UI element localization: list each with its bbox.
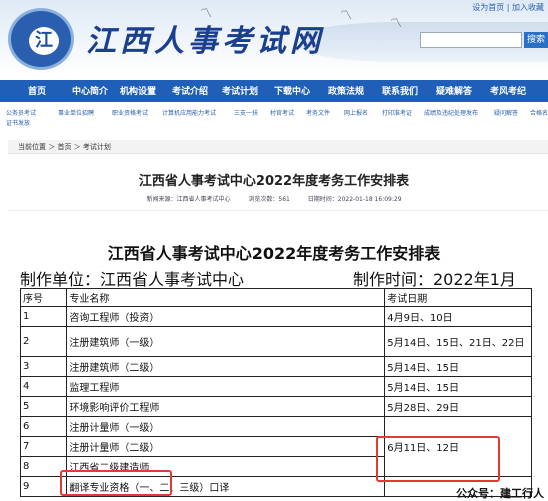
nav-item-home[interactable]: 首页 [28, 84, 46, 97]
table-cell: 4月9日、10日 [384, 306, 532, 327]
document-made-time: 制作时间：2022年1月 [353, 270, 516, 289]
table-cell: 5月28日、29日 [384, 396, 532, 417]
table-row: 4 监理工程师 5月14日、15日 [19, 376, 532, 397]
table-cell: 1 [19, 306, 68, 327]
site-logo[interactable]: 江 [8, 8, 74, 70]
subnav-item[interactable]: 合格名录 [530, 108, 548, 117]
subnav-item[interactable]: 三支一扶 [234, 108, 258, 117]
main-nav: 首页 中心简介 机构设置 考试介绍 考试计划 下载中心 政策法规 联系我们 疑难… [0, 80, 548, 102]
subnav-item[interactable]: 网上报名 [344, 108, 368, 117]
table-cell: 注册计量师（二级） [66, 436, 386, 457]
subnav-item[interactable]: 疑问解答 [494, 108, 518, 117]
table-cell: 注册建筑师（一级） [66, 326, 386, 357]
table-row: 5 环境影响评价工程师 5月28日、29日 [19, 396, 532, 417]
table-cell: 5月14日、15日 [384, 356, 532, 377]
table-header-cell: 专业名称 [66, 288, 386, 307]
subnav-item[interactable]: 公务员考试 [6, 108, 36, 117]
table-cell: 咨询工程师（投资） [66, 306, 386, 327]
breadcrumb: 当前位置 ＞ 首页 ＞ 考试计划 [8, 140, 548, 154]
search-input[interactable] [420, 32, 522, 48]
subnav-item[interactable]: 考务文件 [306, 108, 330, 117]
table-cell: 环境影响评价工程师 [66, 396, 386, 417]
subnav-item[interactable]: 证书发放 [6, 118, 30, 127]
article-views: 浏览次数：561 [248, 196, 290, 203]
nav-item-download[interactable]: 下载中心 [274, 84, 310, 97]
table-cell: 3 [19, 356, 68, 377]
table-header-cell: 序号 [19, 288, 68, 307]
highlight-box-date [376, 436, 500, 482]
table-cell: 5月14日、15日 [384, 376, 532, 397]
document-org: 制作单位：江西省人事考试中心 [20, 270, 245, 289]
bird-icon: 〽 [390, 16, 403, 30]
article-date: 日期时间：2022-01-18 16:09:29 [307, 196, 402, 203]
subnav-item[interactable]: 打印准考证 [382, 108, 412, 117]
bird-icon: 〽 [340, 8, 353, 22]
table-header-row: 序号 专业名称 考试日期 [19, 288, 532, 307]
top-links[interactable]: 设为首页 | 加入收藏 [472, 2, 544, 13]
search-button[interactable]: 搜索 [524, 32, 548, 48]
site-title: 江西人事考试网 [86, 24, 324, 59]
nav-item-about[interactable]: 中心简介 [72, 84, 108, 97]
table-cell: 4 [19, 376, 68, 397]
table-cell: 2 [19, 326, 68, 357]
article-title: 江西省人事考试中心2022年度考务工作安排表 [138, 174, 410, 189]
nav-item-org[interactable]: 机构设置 [120, 84, 156, 97]
subnav-item[interactable]: 计算机应用能力考试 [162, 108, 216, 117]
table-row: 6 注册计量师（一级） 6月11日、12日 [19, 416, 532, 477]
highlight-box-course [60, 470, 172, 496]
table-row: 2 注册建筑师（一级） 5月14日、15日、21日、22日 [19, 326, 532, 357]
nav-item-exam-intro[interactable]: 考试介绍 [172, 84, 208, 97]
subnav-item[interactable]: 职业资格考试 [112, 108, 148, 117]
table-cell: 6 [19, 416, 68, 437]
document-title: 江西省人事考试中心2022年度考务工作安排表 [107, 244, 441, 263]
table-header-cell: 考试日期 [384, 288, 532, 307]
table-cell: 监理工程师 [66, 376, 386, 397]
table-row: 3 注册建筑师（二级） 5月14日、15日 [19, 356, 532, 377]
logo-mark: 江 [29, 27, 59, 55]
nav-item-policy[interactable]: 政策法规 [328, 84, 364, 97]
table-cell: 注册计量师（一级） [66, 416, 386, 437]
article-meta: 新闻来源：江西省人事考试中心 浏览次数：561 日期时间：2022-01-18 … [0, 194, 548, 203]
subnav-item[interactable]: 事业单位招聘 [58, 108, 94, 117]
table-cell: 注册建筑师（二级） [66, 356, 386, 377]
nav-item-faq[interactable]: 疑难解答 [436, 84, 472, 97]
nav-item-exam-plan[interactable]: 考试计划 [222, 84, 258, 97]
table-cell: 5 [19, 396, 68, 417]
nav-item-contact[interactable]: 联系我们 [382, 84, 418, 97]
article-source: 新闻来源：江西省人事考试中心 [146, 196, 231, 203]
table-cell: 5月14日、15日、21日、22日 [384, 326, 532, 357]
subnav-item[interactable]: 村官考试 [270, 108, 294, 117]
divider [8, 210, 548, 211]
sub-nav: 公务员考试 事业单位招聘 职业资格考试 计算机应用能力考试 三支一扶 村官考试 … [0, 106, 548, 130]
nav-item-discipline[interactable]: 考风考纪 [490, 84, 526, 97]
table-row: 1 咨询工程师（投资） 4月9日、10日 [19, 306, 532, 327]
subnav-item[interactable]: 成绩及违纪处理发布 [424, 108, 478, 117]
site-header: 〽 〽 〽 江 江西人事考试网 设为首页 | 加入收藏 搜索 [0, 0, 548, 74]
table-cell: 7 [19, 436, 68, 457]
watermark: 公众号：建工行人 [456, 487, 544, 500]
